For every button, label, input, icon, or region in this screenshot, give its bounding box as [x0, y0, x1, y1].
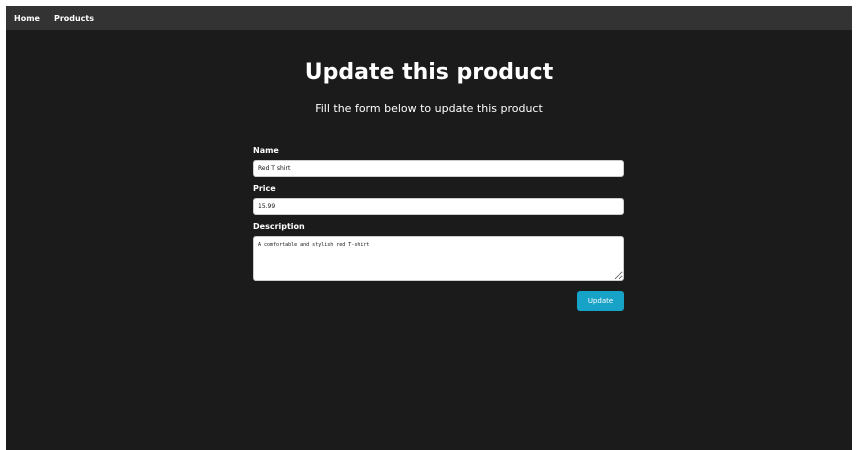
nav-link-home[interactable]: Home	[14, 14, 40, 23]
update-product-form: Name Price Description A comfortable and…	[253, 146, 624, 311]
name-input[interactable]	[253, 160, 624, 177]
price-input[interactable]	[253, 198, 624, 215]
navbar: Home Products	[6, 6, 852, 30]
nav-link-products[interactable]: Products	[54, 14, 94, 23]
name-label: Name	[253, 146, 279, 155]
price-label: Price	[253, 184, 276, 193]
page-subtitle: Fill the form below to update this produ…	[315, 102, 543, 115]
app-window: Home Products Update this product Fill t…	[6, 6, 852, 450]
main-content: Update this product Fill the form below …	[6, 58, 852, 117]
description-textarea[interactable]: A comfortable and stylish red T-shirt	[253, 236, 624, 281]
description-label: Description	[253, 222, 305, 231]
update-button[interactable]: Update	[577, 291, 624, 311]
page-title: Update this product	[304, 60, 554, 85]
form-actions: Update	[253, 291, 624, 311]
